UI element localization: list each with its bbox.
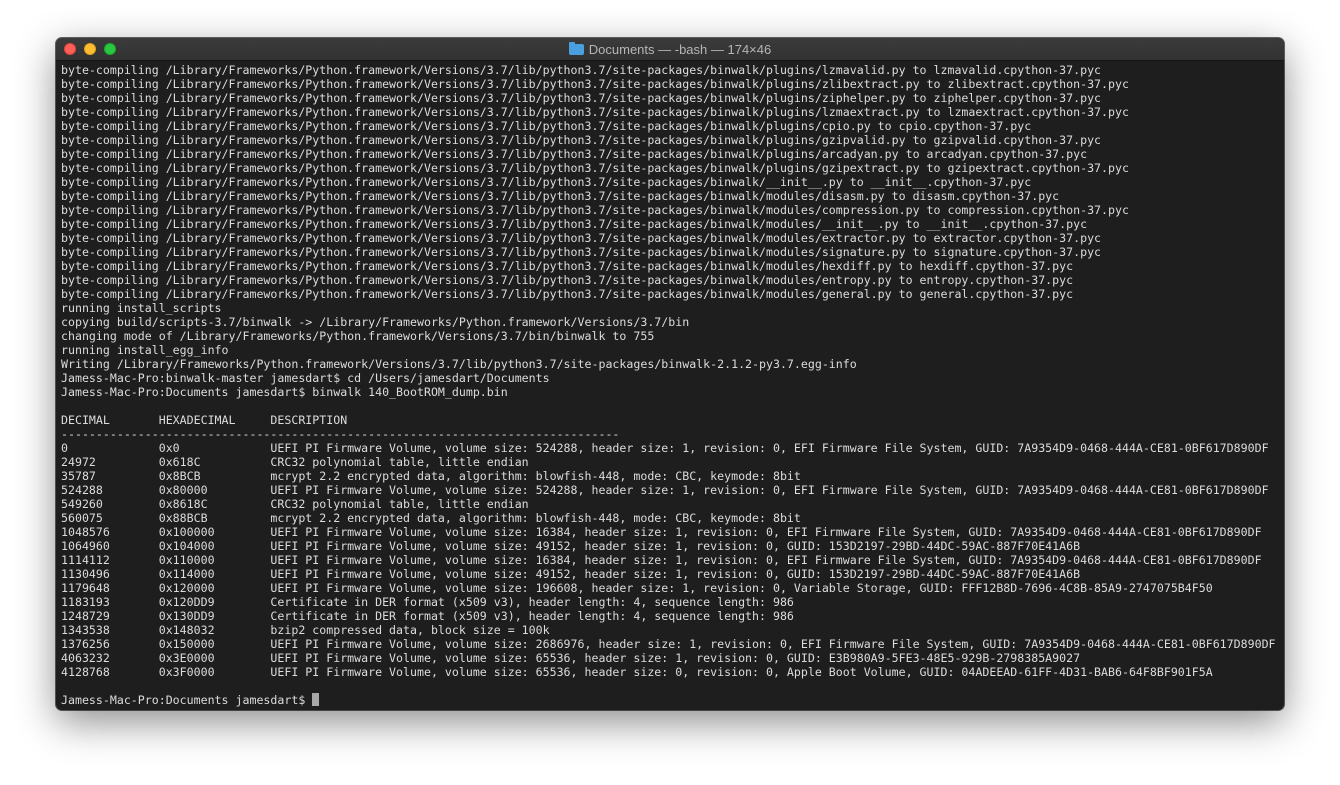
output-line: 1048576 0x100000 UEFI PI Firmware Volume… bbox=[61, 525, 1262, 539]
output-line: byte-compiling /Library/Frameworks/Pytho… bbox=[61, 161, 1129, 175]
output-line: byte-compiling /Library/Frameworks/Pytho… bbox=[61, 77, 1129, 91]
output-line: 1114112 0x110000 UEFI PI Firmware Volume… bbox=[61, 553, 1262, 567]
output-line: DECIMAL HEXADECIMAL DESCRIPTION bbox=[61, 413, 348, 427]
output-line: 560075 0x88BCB mcrypt 2.2 encrypted data… bbox=[61, 511, 801, 525]
output-line: byte-compiling /Library/Frameworks/Pytho… bbox=[61, 175, 1032, 189]
output-line: byte-compiling /Library/Frameworks/Pytho… bbox=[61, 203, 1129, 217]
output-line: 524288 0x80000 UEFI PI Firmware Volume, … bbox=[61, 483, 1269, 497]
output-line: 549260 0x8618C CRC32 polynomial table, l… bbox=[61, 497, 529, 511]
folder-icon bbox=[568, 41, 584, 55]
output-line: 1179648 0x120000 UEFI PI Firmware Volume… bbox=[61, 581, 1213, 595]
output-line: 1376256 0x150000 UEFI PI Firmware Volume… bbox=[61, 637, 1276, 651]
terminal-output[interactable]: byte-compiling /Library/Frameworks/Pytho… bbox=[61, 63, 1284, 710]
output-line: 1130496 0x114000 UEFI PI Firmware Volume… bbox=[61, 567, 1081, 581]
output-line: Writing /Library/Frameworks/Python.frame… bbox=[61, 357, 857, 371]
output-line: byte-compiling /Library/Frameworks/Pytho… bbox=[61, 273, 1074, 287]
output-line: Jamess-Mac-Pro:Documents jamesdart$ binw… bbox=[61, 385, 508, 399]
output-line: 1064960 0x104000 UEFI PI Firmware Volume… bbox=[61, 539, 1081, 553]
output-line: byte-compiling /Library/Frameworks/Pytho… bbox=[61, 189, 1060, 203]
output-line: 1248729 0x130DD9 Certificate in DER form… bbox=[61, 609, 794, 623]
title-bar[interactable]: Documents — -bash — 174×46 bbox=[56, 38, 1284, 61]
output-line: byte-compiling /Library/Frameworks/Pytho… bbox=[61, 217, 1088, 231]
output-line: byte-compiling /Library/Frameworks/Pytho… bbox=[61, 287, 1074, 301]
output-line: byte-compiling /Library/Frameworks/Pytho… bbox=[61, 259, 1074, 273]
prompt-text: Jamess-Mac-Pro:Documents jamesdart$ bbox=[61, 693, 306, 707]
output-line: 35787 0x8BCB mcrypt 2.2 encrypted data, … bbox=[61, 469, 801, 483]
output-line: running install_egg_info bbox=[61, 343, 229, 357]
output-line: Jamess-Mac-Pro:binwalk-master jamesdart$… bbox=[61, 371, 550, 385]
window-title: Documents — -bash — 174×46 bbox=[588, 41, 772, 57]
terminal-window: Documents — -bash — 174×46 byte-compilin… bbox=[56, 38, 1284, 710]
output-line: byte-compiling /Library/Frameworks/Pytho… bbox=[61, 91, 1102, 105]
output-line: byte-compiling /Library/Frameworks/Pytho… bbox=[61, 147, 1088, 161]
output-line: byte-compiling /Library/Frameworks/Pytho… bbox=[61, 63, 1102, 77]
output-line: 4063232 0x3E0000 UEFI PI Firmware Volume… bbox=[61, 651, 1081, 665]
output-line: 4128768 0x3F0000 UEFI PI Firmware Volume… bbox=[61, 665, 1213, 679]
output-line: 0 0x0 UEFI PI Firmware Volume, volume si… bbox=[61, 441, 1269, 455]
output-line: byte-compiling /Library/Frameworks/Pytho… bbox=[61, 245, 1102, 259]
output-line: byte-compiling /Library/Frameworks/Pytho… bbox=[61, 119, 1032, 133]
text-cursor bbox=[312, 693, 320, 706]
output-line: 24972 0x618C CRC32 polynomial table, lit… bbox=[61, 455, 529, 469]
output-line: byte-compiling /Library/Frameworks/Pytho… bbox=[61, 133, 1102, 147]
prompt-line[interactable]: Jamess-Mac-Pro:Documents jamesdart$ bbox=[61, 693, 1284, 707]
output-line: ----------------------------------------… bbox=[61, 427, 620, 441]
output-line: 1343538 0x148032 bzip2 compressed data, … bbox=[61, 623, 550, 637]
output-line: 1183193 0x120DD9 Certificate in DER form… bbox=[61, 595, 794, 609]
window-title-group: Documents — -bash — 174×46 bbox=[56, 38, 1284, 60]
output-line: byte-compiling /Library/Frameworks/Pytho… bbox=[61, 231, 1102, 245]
output-line: copying build/scripts-3.7/binwalk -> /Li… bbox=[61, 315, 690, 329]
output-line: byte-compiling /Library/Frameworks/Pytho… bbox=[61, 105, 1129, 119]
output-line: changing mode of /Library/Frameworks/Pyt… bbox=[61, 329, 655, 343]
output-line: running install_scripts bbox=[61, 301, 222, 315]
